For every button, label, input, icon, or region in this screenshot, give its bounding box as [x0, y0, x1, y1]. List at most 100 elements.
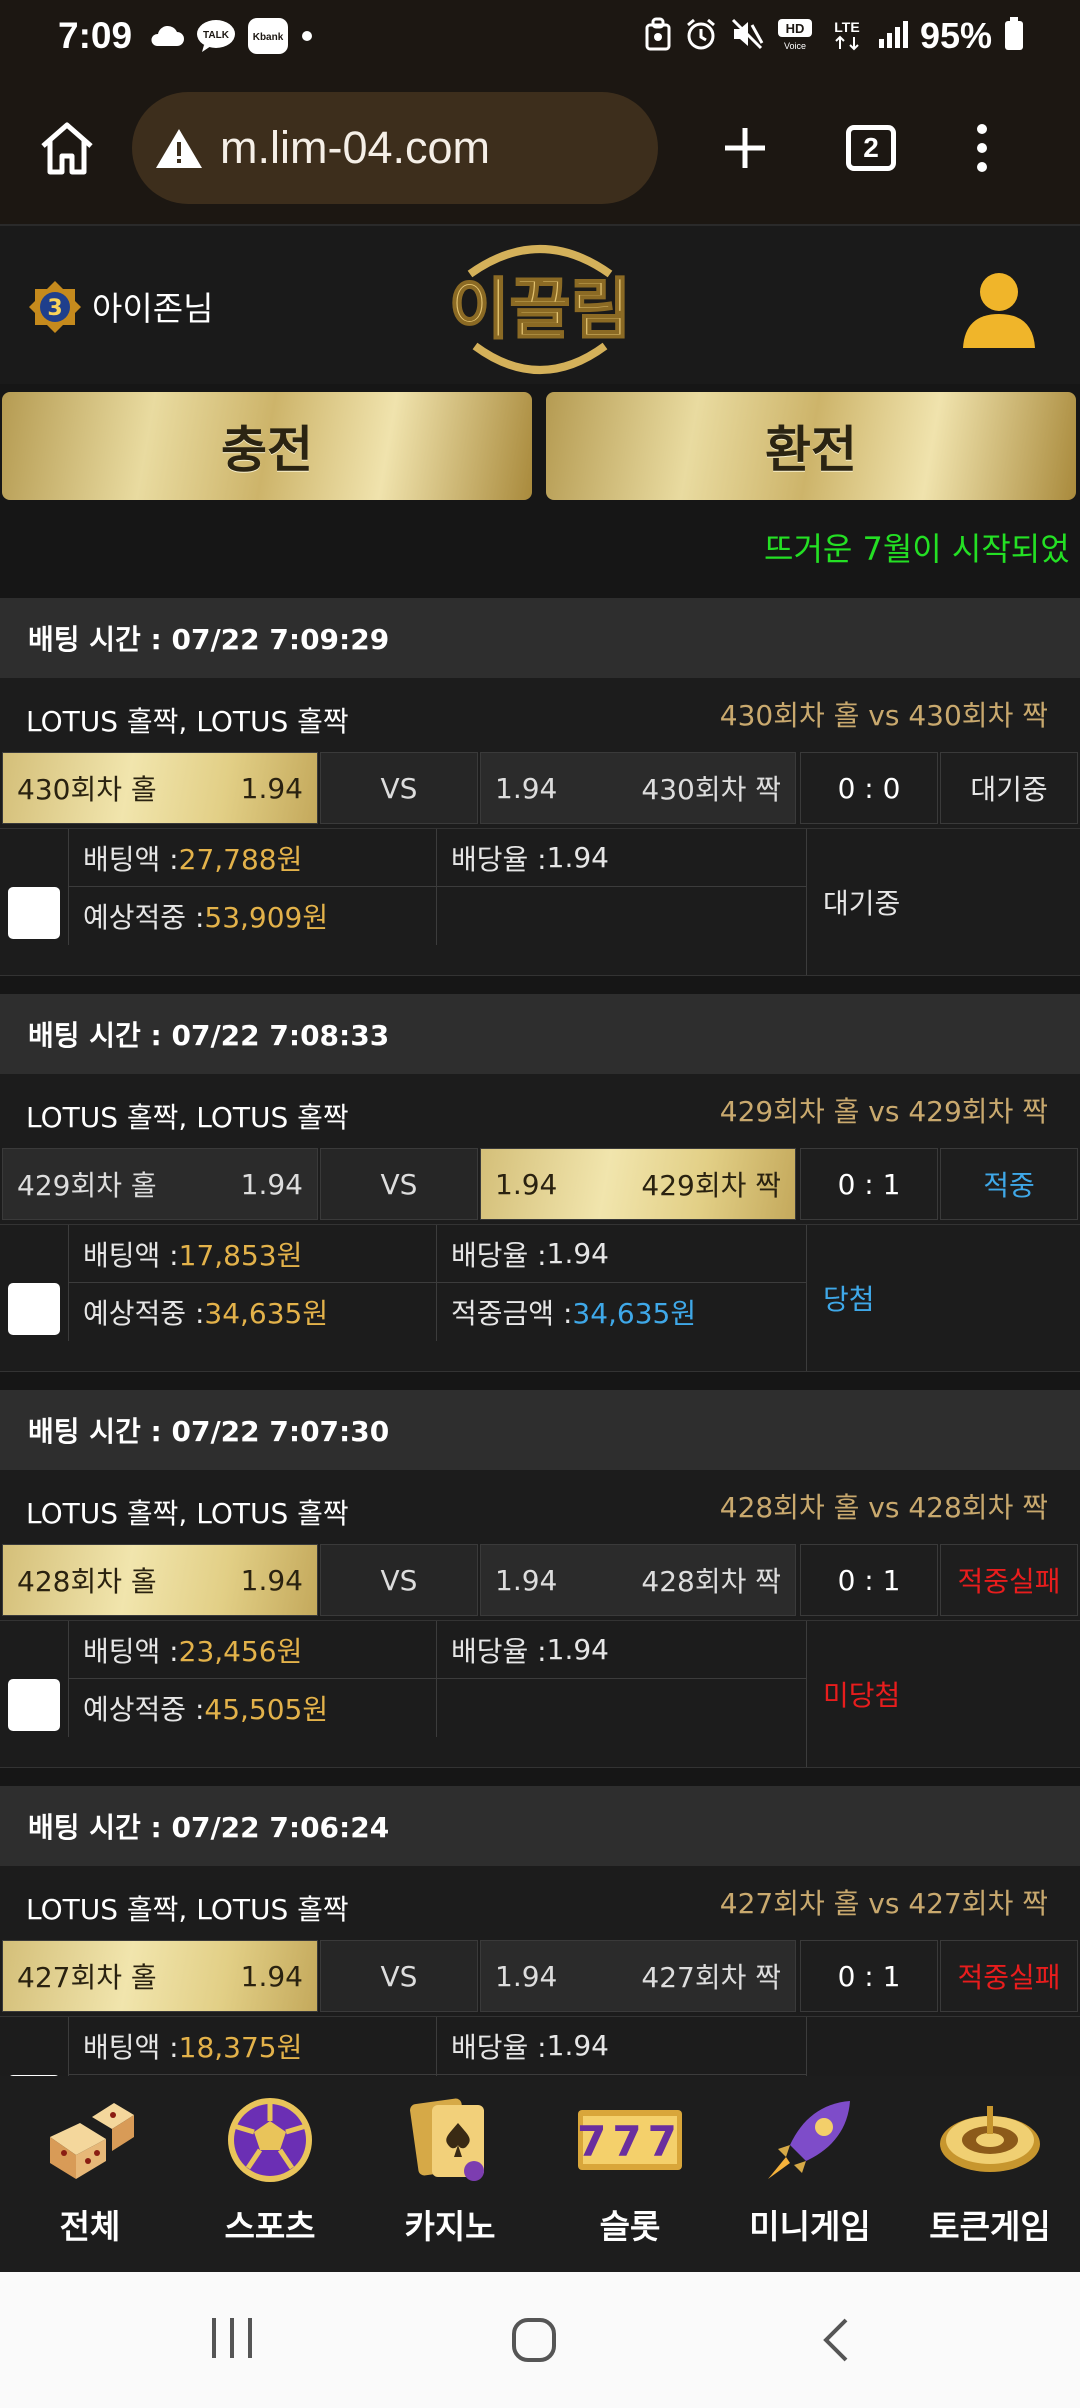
select-checkbox[interactable]: [8, 1283, 60, 1335]
bet-time-label: 배팅 시간 : 07/22 7:07:30: [28, 1415, 390, 1448]
match-status: 적중실패: [940, 1544, 1078, 1616]
alarm-icon: [684, 17, 718, 56]
plus-icon: [725, 128, 765, 168]
match-status: 적중: [940, 1148, 1078, 1220]
user-name: 아이존님: [92, 289, 214, 328]
system-nav-bar: [0, 2272, 1080, 2408]
notice-ticker: 뜨거운 7월이 시작되었: [0, 520, 1080, 572]
score: 0 : 1: [800, 1148, 938, 1220]
tab-switcher-button[interactable]: 2: [830, 107, 912, 189]
expected-win: 45,505원: [204, 1693, 329, 1726]
svg-text:Voice: Voice: [784, 41, 806, 51]
nav-all[interactable]: 전체: [0, 2076, 180, 2272]
expected-win-label: 예상적중 :: [83, 1297, 205, 1330]
battery-percent: 95%: [919, 15, 992, 56]
withdraw-button[interactable]: 환전: [546, 392, 1076, 500]
bet-time-label: 배팅 시간 : 07/22 7:09:29: [28, 623, 390, 656]
rank-badge-icon: 3: [29, 281, 81, 333]
battery-icon: [1004, 16, 1024, 56]
nav-sports[interactable]: 스포츠: [180, 2076, 360, 2272]
lte-label: LTE: [834, 19, 859, 35]
win-amount-cell: [436, 1679, 806, 1737]
nav-casino[interactable]: 카지노: [360, 2076, 540, 2272]
hd-label: HD: [786, 21, 805, 36]
back-button[interactable]: [818, 2316, 854, 2368]
odds-row: 430회차 홀 1.94 VS 1.94 430회차 짝 0 : 0 대기중: [0, 752, 1080, 828]
nav-label: 전체: [59, 2207, 121, 2246]
win-amount-cell: [436, 887, 806, 945]
nav-token-game[interactable]: 토큰게임: [900, 2076, 1080, 2272]
nav-minigame[interactable]: 미니게임: [720, 2076, 900, 2272]
odds-rate: 1.94: [546, 1237, 609, 1270]
odds-rate-label: 배당율 :: [451, 842, 547, 876]
home-pick[interactable]: 430회차 홀 1.94: [2, 752, 318, 824]
home-nav-button[interactable]: [510, 2316, 558, 2368]
away-pick[interactable]: 1.94 428회차 짝: [480, 1544, 796, 1616]
odds-row: 427회차 홀 1.94 VS 1.94 427회차 짝 0 : 1 적중실패: [0, 1940, 1080, 2016]
match-status: 대기중: [940, 752, 1078, 824]
user-rank[interactable]: 3 아이존님: [26, 278, 213, 334]
bet-detail: 배팅액 : 27,788원 배당율 : 1.94 예상적중 : 53,909원 대기중: [0, 828, 1080, 976]
rocket-icon: [758, 2092, 862, 2188]
talk-label: TALK: [203, 30, 230, 41]
away-pick[interactable]: 1.94 429회차 짝: [480, 1148, 796, 1220]
shield-lock-icon: [644, 17, 672, 56]
url-field[interactable]: m.lim-04.com: [132, 92, 658, 204]
home-icon: [41, 122, 93, 175]
lte-icon: LTE: [828, 17, 866, 56]
deposit-button[interactable]: 충전: [2, 392, 532, 500]
matchup: 427회차 홀 vs 427회차 짝: [719, 1887, 1048, 1920]
nav-label: 스포츠: [224, 2207, 316, 2246]
expected-win-cell: 예상적중 : 34,635원: [68, 1283, 436, 1341]
bet-amount-cell: 배팅액 : 23,456원: [68, 1621, 436, 1679]
select-checkbox[interactable]: [8, 887, 60, 939]
expected-win: 34,635원: [204, 1297, 329, 1330]
profile-button[interactable]: [960, 270, 1038, 352]
score: 0 : 1: [800, 1544, 938, 1616]
status-right-icons: HD Voice LTE 95%: [644, 15, 1024, 57]
home-circle-icon: [512, 2318, 556, 2362]
odds-rate: 1.94: [546, 1633, 609, 1666]
vs-label: VS: [320, 1544, 478, 1616]
new-tab-button[interactable]: [704, 107, 786, 189]
home-odds: 1.94: [240, 1167, 303, 1201]
away-pick[interactable]: 1.94 430회차 짝: [480, 752, 796, 824]
away-odds: 1.94: [495, 1167, 558, 1201]
bet-time: 배팅 시간 : 07/22 7:09:29: [0, 598, 1080, 678]
away-label: 430회차 짝: [641, 773, 781, 806]
select-checkbox[interactable]: [8, 1679, 60, 1731]
home-pick[interactable]: 427회차 홀 1.94: [2, 1940, 318, 2012]
vs-label: VS: [320, 752, 478, 824]
home-button[interactable]: [26, 107, 108, 189]
vs-label: VS: [320, 1940, 478, 2012]
action-buttons: 충전 환전: [0, 392, 1080, 500]
bet-result: 대기중: [806, 829, 1080, 975]
bet-time-label: 배팅 시간 : 07/22 7:06:24: [28, 1811, 390, 1844]
site-logo[interactable]: 이끌림: [430, 234, 650, 384]
nav-slot[interactable]: 777 슬롯: [540, 2076, 720, 2272]
more-menu-button[interactable]: [952, 107, 1012, 189]
home-pick[interactable]: 428회차 홀 1.94: [2, 1544, 318, 1616]
odds-rate: 1.94: [546, 2029, 609, 2062]
bet-time: 배팅 시간 : 07/22 7:07:30: [0, 1390, 1080, 1470]
slot-777-icon: 777: [578, 2092, 682, 2188]
bet-item: 배팅 시간 : 07/22 7:08:33 LOTUS 홀짝, LOTUS 홀짝 4…: [0, 994, 1080, 1398]
cards-icon: [398, 2092, 502, 2188]
url-text: m.lim-04.com: [220, 122, 491, 173]
bet-amount: 27,788원: [178, 842, 303, 876]
odds-row: 429회차 홀 1.94 VS 1.94 429회차 짝 0 : 1 적중: [0, 1148, 1080, 1224]
game-name: LOTUS 홀짝, LOTUS 홀짝: [26, 1101, 349, 1134]
away-odds: 1.94: [495, 1563, 558, 1597]
match-info: LOTUS 홀짝, LOTUS 홀짝 429회차 홀 vs 429회차 짝: [0, 1074, 1080, 1148]
recent-apps-button[interactable]: [208, 2316, 256, 2364]
away-pick[interactable]: 1.94 427회차 짝: [480, 1940, 796, 2012]
odds-rate-cell: 배당율 : 1.94: [436, 829, 806, 887]
bet-time: 배팅 시간 : 07/22 7:06:24: [0, 1786, 1080, 1866]
score: 0 : 1: [800, 1940, 938, 2012]
browser-toolbar: m.lim-04.com 2: [0, 72, 1080, 224]
odds-rate-label: 배당율 :: [451, 2030, 547, 2064]
bet-amount-cell: 배팅액 : 17,853원: [68, 1225, 436, 1283]
ticker-text: 뜨거운 7월이 시작되었: [764, 530, 1070, 568]
home-pick[interactable]: 429회차 홀 1.94: [2, 1148, 318, 1220]
result-text: 미당첨: [823, 1679, 901, 1712]
